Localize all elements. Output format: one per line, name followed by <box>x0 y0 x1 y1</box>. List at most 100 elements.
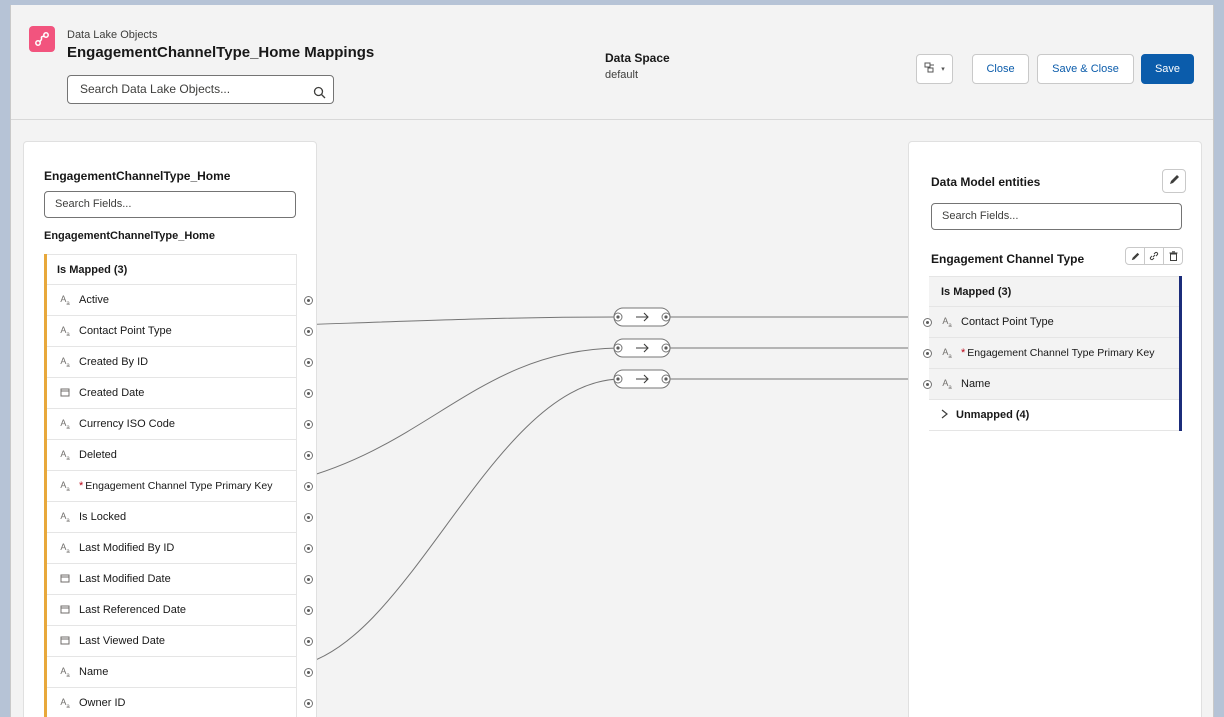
field-label: Name <box>79 666 109 678</box>
field-row[interactable]: Aa Currency ISO Code <box>47 409 313 440</box>
connector-dot[interactable] <box>304 513 313 522</box>
field-label: Deleted <box>79 449 117 461</box>
text-type-icon: Aa <box>60 479 70 493</box>
field-row[interactable]: Aa Last Modified By ID <box>47 533 313 564</box>
field-row[interactable]: Aa Is Locked <box>47 502 313 533</box>
mapping-node[interactable] <box>613 338 671 358</box>
field-row[interactable]: Last Modified Date <box>47 564 313 595</box>
connector-dot[interactable] <box>304 668 313 677</box>
save-close-button[interactable]: Save & Close <box>1037 54 1134 84</box>
connector-dot[interactable] <box>923 349 932 358</box>
connector-dot[interactable] <box>304 420 313 429</box>
source-field-list: Is Mapped (3) Aa Active Aa Contact Point T… <box>44 254 313 717</box>
field-label: Contact Point Type <box>961 316 1054 328</box>
layout-icon <box>924 62 938 77</box>
group-label: Unmapped (4) <box>956 409 1030 421</box>
target-panel-title: Data Model entities <box>931 175 1041 189</box>
field-row[interactable]: Aa * Engagement Channel Type Primary Key <box>923 338 1179 369</box>
required-marker: * <box>79 480 84 492</box>
connector-dot[interactable] <box>304 296 313 305</box>
entity-actions-group <box>1125 247 1183 265</box>
data-lake-object-icon <box>29 26 55 52</box>
text-type-icon: Aa <box>60 355 70 369</box>
field-row[interactable]: Aa Name <box>923 369 1179 400</box>
is-mapped-group[interactable]: Is Mapped (3) <box>47 254 297 285</box>
connector-dot[interactable] <box>304 482 313 491</box>
unmapped-group[interactable]: Unmapped (4) <box>929 400 1179 431</box>
page-subtitle: Data Lake Objects <box>67 29 158 41</box>
field-row[interactable]: Aa Deleted <box>47 440 313 471</box>
edit-entities-button[interactable] <box>1162 169 1186 193</box>
is-mapped-group[interactable]: Is Mapped (3) <box>929 276 1179 307</box>
field-row[interactable]: Aa * Engagement Channel Type Primary Key <box>47 471 313 502</box>
text-type-icon: Aa <box>60 293 70 307</box>
field-row[interactable]: Last Viewed Date <box>47 626 313 657</box>
source-panel-title: EngagementChannelType_Home <box>44 169 231 183</box>
search-icon <box>313 82 326 109</box>
field-label: Last Viewed Date <box>79 635 166 647</box>
field-row[interactable]: Aa Contact Point Type <box>47 316 313 347</box>
connector-dot[interactable] <box>304 327 313 336</box>
connector-line <box>295 378 619 667</box>
trash-icon[interactable] <box>1164 248 1182 264</box>
field-row[interactable]: Aa Name <box>47 657 313 688</box>
mapping-node[interactable] <box>613 307 671 327</box>
date-type-icon <box>58 573 72 585</box>
group-label: Is Mapped (3) <box>57 263 128 276</box>
field-label: Created Date <box>79 387 145 399</box>
save-button[interactable]: Save <box>1141 54 1194 84</box>
close-button[interactable]: Close <box>972 54 1029 84</box>
target-field-list: Is Mapped (3) Aa Contact Point Type Aa * En… <box>923 276 1182 431</box>
connector-dot[interactable] <box>923 380 932 389</box>
target-field-search-input[interactable]: Search Fields... <box>931 203 1182 230</box>
date-type-icon <box>58 635 72 647</box>
text-type-icon: Aa <box>60 665 70 679</box>
chevron-down-icon: ▾ <box>941 66 945 73</box>
source-field-search-input[interactable]: Search Fields... <box>44 191 296 218</box>
target-panel: Data Model entities Search Fields... Eng… <box>908 141 1202 717</box>
field-row[interactable]: Aa Active <box>47 285 313 316</box>
connector-dot[interactable] <box>304 699 313 708</box>
source-search-placeholder: Search Fields... <box>55 198 132 210</box>
field-label: Last Modified Date <box>79 573 171 585</box>
source-panel: EngagementChannelType_Home Search Fields… <box>23 141 317 717</box>
arrow-right-icon <box>636 312 649 322</box>
mapping-node[interactable] <box>613 369 671 389</box>
connector-dot[interactable] <box>304 606 313 615</box>
arrow-right-icon <box>636 374 649 384</box>
field-row[interactable]: Aa Created By ID <box>47 347 313 378</box>
field-label: Currency ISO Code <box>79 418 175 430</box>
data-lake-search-input[interactable]: Search Data Lake Objects... <box>67 75 334 104</box>
connector-dot[interactable] <box>304 544 313 553</box>
pencil-icon[interactable] <box>1126 248 1145 264</box>
field-label: Last Referenced Date <box>79 604 187 616</box>
field-row[interactable]: Last Referenced Date <box>47 595 313 626</box>
data-space-label: Data Space <box>605 51 670 65</box>
connector-dot[interactable] <box>304 358 313 367</box>
layout-menu-button[interactable]: ▾ <box>916 54 953 84</box>
field-label: Active <box>79 294 109 306</box>
field-row[interactable]: Aa Owner ID <box>47 688 313 717</box>
text-type-icon: Aa <box>60 510 70 524</box>
text-type-icon: Aa <box>942 346 952 360</box>
text-type-icon: Aa <box>60 448 70 462</box>
page-header: Data Lake Objects EngagementChannelType_… <box>11 5 1213 120</box>
connector-dot[interactable] <box>304 389 313 398</box>
chevron-right-icon <box>941 409 948 422</box>
page-title: EngagementChannelType_Home Mappings <box>67 44 375 61</box>
field-row[interactable]: Created Date <box>47 378 313 409</box>
link-icon[interactable] <box>1145 248 1164 264</box>
target-entity-name: Engagement Channel Type <box>931 252 1085 266</box>
connector-dot[interactable] <box>304 451 313 460</box>
field-label: Contact Point Type <box>79 325 172 337</box>
field-row[interactable]: Aa Contact Point Type <box>923 307 1179 338</box>
mapping-editor: Data Lake Objects EngagementChannelType_… <box>10 5 1214 717</box>
connector-dot[interactable] <box>304 575 313 584</box>
required-marker: * <box>961 347 966 359</box>
text-type-icon: Aa <box>60 696 70 710</box>
connector-dot[interactable] <box>923 318 932 327</box>
field-label: Name <box>961 378 991 390</box>
data-space-value: default <box>605 69 639 81</box>
connector-dot[interactable] <box>304 637 313 646</box>
field-label: Engagement Channel Type Primary Key <box>85 480 273 492</box>
